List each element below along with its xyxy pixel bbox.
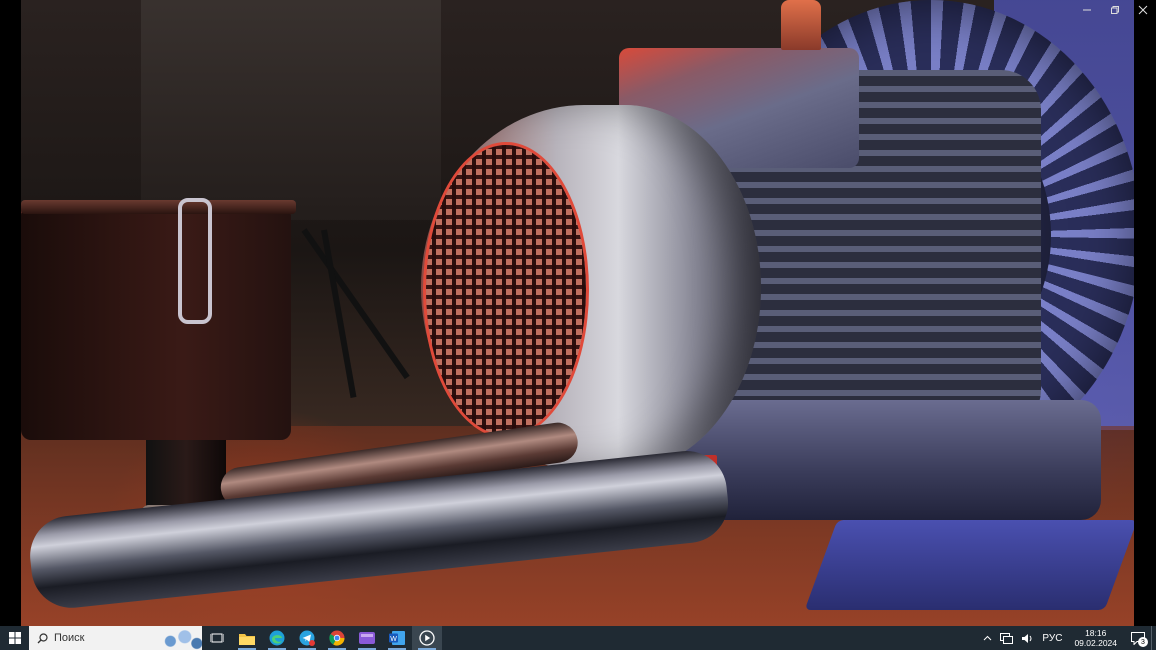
chevron-up-icon bbox=[984, 635, 992, 641]
minimize-button[interactable] bbox=[1073, 0, 1101, 20]
purple-app-icon bbox=[359, 632, 375, 644]
show-desktop-button[interactable] bbox=[1151, 626, 1156, 650]
clock[interactable]: 18:16 09.02.2024 bbox=[1066, 628, 1125, 648]
language-indicator[interactable]: РУС bbox=[1038, 626, 1066, 650]
tank-clamp bbox=[178, 198, 212, 324]
start-button[interactable] bbox=[0, 626, 29, 650]
network-icon bbox=[1000, 632, 1014, 644]
volume-icon bbox=[1022, 633, 1032, 643]
photo-viewer-window bbox=[0, 0, 1156, 626]
close-button[interactable] bbox=[1129, 0, 1156, 20]
task-view-button[interactable] bbox=[202, 626, 232, 650]
folder-icon bbox=[239, 633, 255, 645]
word-button[interactable]: W bbox=[382, 626, 412, 650]
minimize-icon bbox=[1083, 9, 1091, 11]
filter-tank bbox=[21, 205, 291, 440]
telegram-icon bbox=[299, 630, 315, 646]
chrome-icon bbox=[329, 630, 345, 646]
telegram-button[interactable] bbox=[292, 626, 322, 650]
chrome-button[interactable] bbox=[322, 626, 352, 650]
tripod-leg bbox=[321, 229, 357, 398]
media-player-button[interactable] bbox=[412, 626, 442, 650]
restore-button[interactable] bbox=[1101, 0, 1129, 20]
background-shelf bbox=[141, 0, 441, 220]
file-explorer-button[interactable] bbox=[232, 626, 262, 650]
search-highlight-image bbox=[156, 628, 202, 650]
volume-button[interactable] bbox=[1017, 626, 1038, 650]
search-icon bbox=[37, 632, 48, 643]
svg-text:W: W bbox=[390, 636, 397, 643]
edge-button[interactable] bbox=[262, 626, 292, 650]
photo-image[interactable] bbox=[21, 0, 1134, 626]
edge-icon bbox=[269, 630, 285, 646]
tripod-leg bbox=[301, 228, 410, 380]
fan-grill bbox=[426, 145, 586, 435]
word-icon: W bbox=[389, 631, 405, 645]
show-hidden-icons-button[interactable] bbox=[979, 626, 996, 650]
search-placeholder: Поиск bbox=[54, 632, 85, 644]
task-view-icon bbox=[210, 633, 224, 643]
lifting-eye bbox=[781, 0, 821, 50]
clock-time: 18:16 bbox=[1085, 628, 1107, 638]
system-tray: РУС 18:16 09.02.2024 3 bbox=[979, 626, 1156, 650]
close-icon bbox=[1138, 5, 1148, 15]
play-icon bbox=[419, 630, 435, 646]
restore-icon bbox=[1111, 6, 1119, 14]
clock-date: 09.02.2024 bbox=[1074, 638, 1117, 648]
windows-logo-icon bbox=[8, 632, 21, 644]
search-box[interactable]: Поиск bbox=[29, 626, 202, 650]
purple-app-button[interactable] bbox=[352, 626, 382, 650]
notification-center-button[interactable]: 3 bbox=[1125, 626, 1151, 650]
mount-feet bbox=[804, 520, 1134, 610]
network-button[interactable] bbox=[996, 626, 1017, 650]
filter-tank-rim bbox=[21, 200, 296, 214]
notification-count-badge: 3 bbox=[1138, 637, 1148, 647]
taskbar: Поиск W РУС 18:16 09.02.2024 3 bbox=[0, 626, 1156, 650]
